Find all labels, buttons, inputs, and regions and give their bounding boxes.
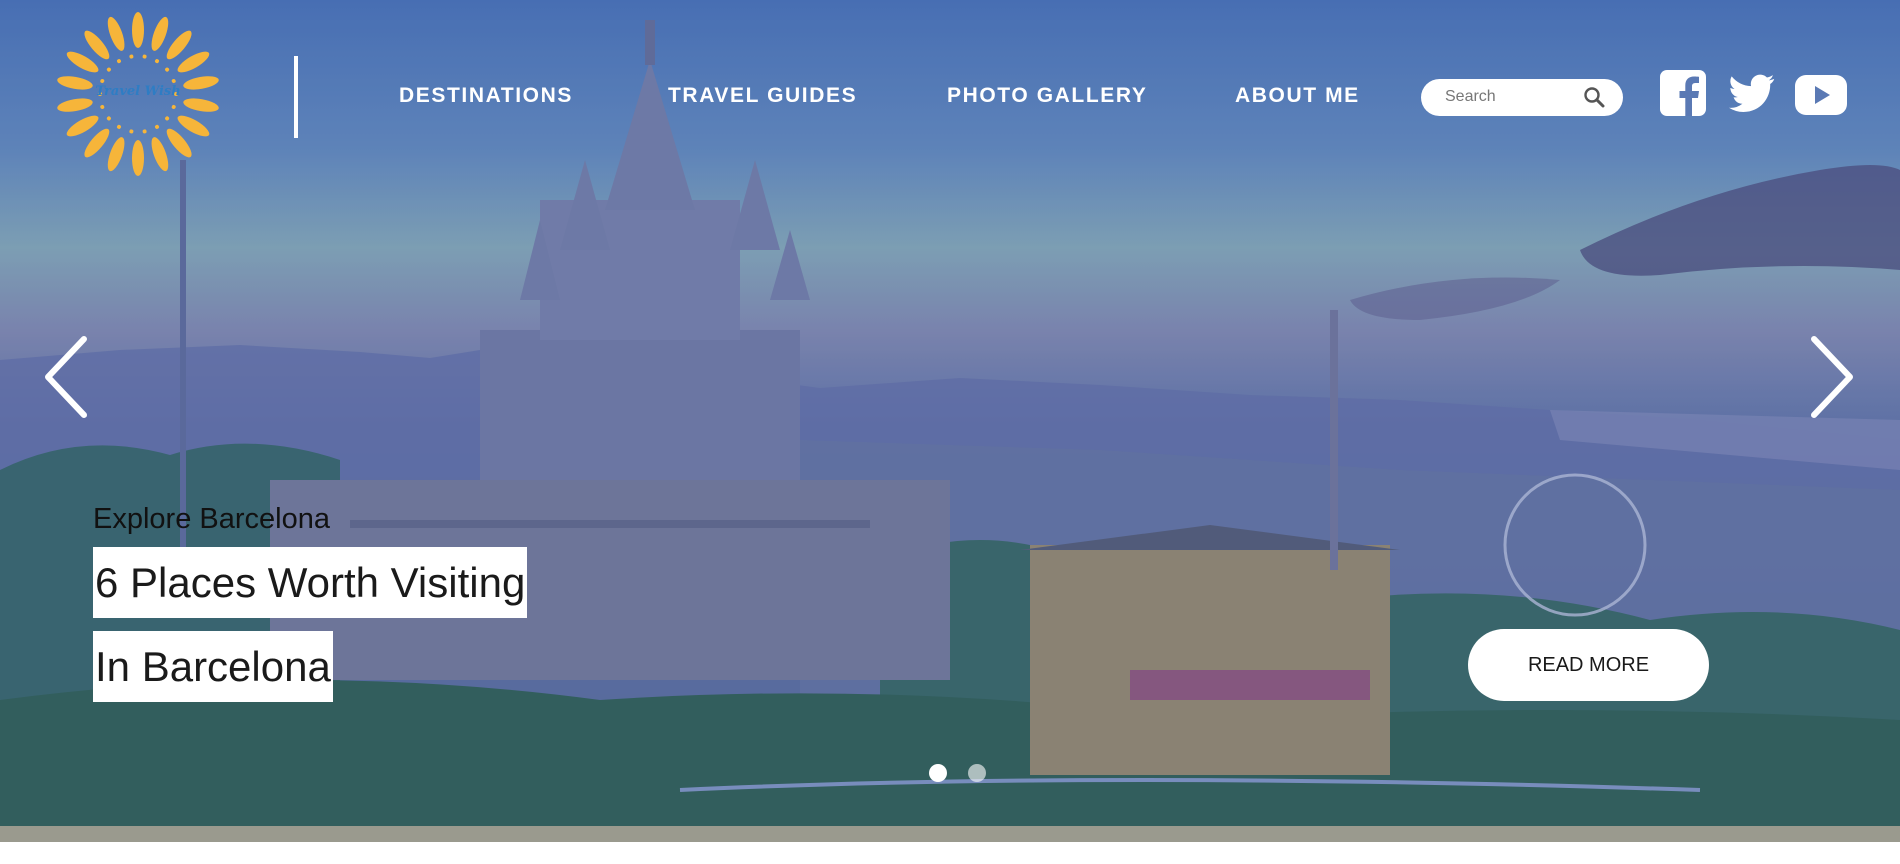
nav-item-destinations[interactable]: DESTINATIONS	[399, 84, 573, 108]
search-box	[1421, 79, 1623, 116]
slide-dot-1[interactable]	[929, 764, 947, 782]
youtube-icon[interactable]	[1795, 72, 1847, 118]
logo-text: Travel Wish	[95, 84, 181, 99]
search-icon[interactable]	[1583, 86, 1605, 108]
slide-headline-line-1: 6 Places Worth Visiting	[93, 547, 528, 618]
chevron-right-icon[interactable]	[1806, 335, 1856, 419]
nav-item-about-me[interactable]: ABOUT ME	[1235, 84, 1360, 108]
footer-strip	[0, 826, 1900, 842]
slide-dot-2[interactable]	[968, 764, 986, 782]
hero-slider: Travel Wish DESTINATIONS TRAVEL GUIDES P…	[0, 0, 1900, 826]
slide-headline-line-2: In Barcelona	[93, 631, 333, 702]
nav-item-travel-guides[interactable]: TRAVEL GUIDES	[668, 84, 857, 108]
chevron-left-icon[interactable]	[42, 335, 92, 419]
hero-overlay	[0, 0, 1900, 826]
logo[interactable]: Travel Wish	[52, 8, 224, 180]
header-divider	[294, 56, 298, 138]
twitter-icon[interactable]	[1727, 70, 1777, 116]
search-input[interactable]	[1445, 87, 1585, 107]
slide-kicker: Explore Barcelona	[93, 503, 330, 535]
nav-item-photo-gallery[interactable]: PHOTO GALLERY	[947, 84, 1147, 108]
read-more-button[interactable]: READ MORE	[1468, 629, 1709, 701]
facebook-icon[interactable]	[1660, 70, 1706, 116]
